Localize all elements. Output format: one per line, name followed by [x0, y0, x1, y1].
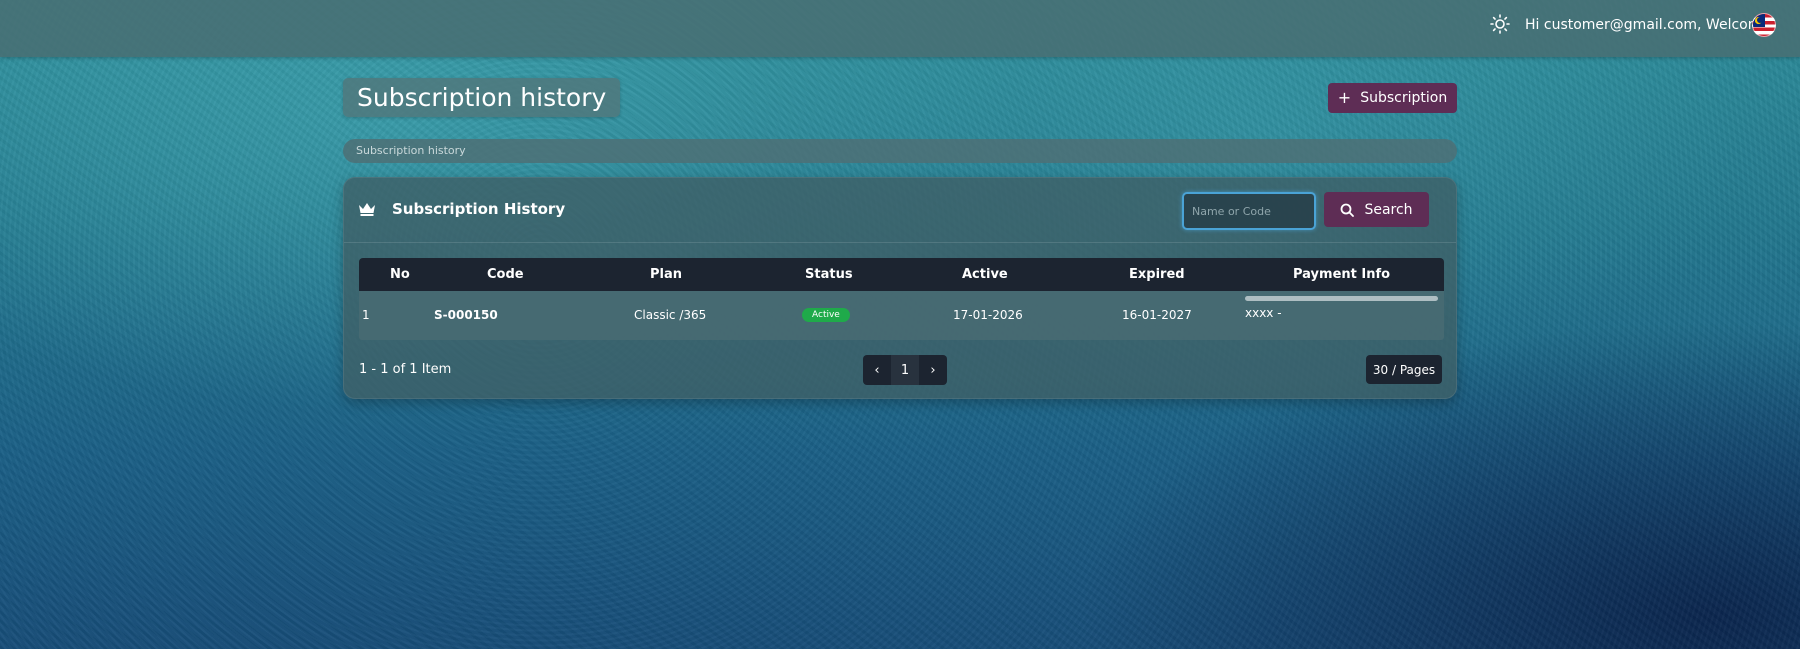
- sun-icon[interactable]: [1489, 13, 1511, 35]
- cell-code: S-000150: [434, 308, 498, 322]
- add-subscription-button[interactable]: + Subscription: [1328, 83, 1457, 113]
- cell-plan: Classic /365: [634, 308, 707, 322]
- page-title: Subscription history: [343, 78, 621, 117]
- search-input[interactable]: [1182, 192, 1316, 230]
- welcome-text: Hi customer@gmail.com, Welcome!: [1525, 17, 1776, 33]
- page-size-select[interactable]: 30 / Pages: [1366, 355, 1442, 384]
- search-button[interactable]: Search: [1324, 192, 1429, 227]
- column-header-plan: Plan: [650, 267, 683, 282]
- cell-active-date: 17-01-2026: [953, 308, 1023, 322]
- card-header: Subscription History Search: [344, 178, 1456, 243]
- search-icon: [1341, 203, 1355, 217]
- table-row[interactable]: 1 S-000150 Classic /365 Active 17-01-202…: [359, 291, 1444, 340]
- cell-no: 1: [362, 308, 370, 322]
- column-header-active: Active: [962, 267, 1008, 282]
- pagination: ‹ 1 ›: [863, 355, 947, 385]
- column-header-payment-info: Payment Info: [1293, 267, 1391, 282]
- column-header-expired: Expired: [1129, 267, 1185, 282]
- malaysia-flag-icon[interactable]: [1752, 13, 1776, 37]
- add-subscription-label: Subscription: [1360, 90, 1448, 106]
- cell-payment-info: xxxx -: [1245, 306, 1282, 320]
- cell-expired-date: 16-01-2027: [1122, 308, 1192, 322]
- column-header-no: No: [390, 267, 410, 282]
- prev-page-button[interactable]: ‹: [863, 355, 891, 385]
- pagination-summary: 1 - 1 of 1 Item: [359, 362, 452, 377]
- crown-icon: [359, 203, 375, 216]
- table-header-row: No Code Plan Status Active Expired Payme…: [359, 258, 1444, 291]
- page-number-button[interactable]: 1: [891, 355, 919, 385]
- card-title: Subscription History: [392, 200, 566, 218]
- subscription-table: No Code Plan Status Active Expired Payme…: [359, 258, 1444, 340]
- subscription-history-card: Subscription History Search No Code Plan…: [343, 177, 1457, 399]
- column-header-code: Code: [487, 267, 524, 282]
- search-button-label: Search: [1364, 201, 1413, 218]
- column-header-status: Status: [805, 267, 853, 282]
- status-badge: Active: [802, 308, 850, 322]
- payment-info-bar: [1245, 296, 1438, 301]
- breadcrumb: Subscription history: [343, 139, 1457, 163]
- plus-icon: +: [1337, 88, 1352, 107]
- next-page-button[interactable]: ›: [919, 355, 947, 385]
- top-bar: Hi customer@gmail.com, Welcome!: [0, 0, 1800, 57]
